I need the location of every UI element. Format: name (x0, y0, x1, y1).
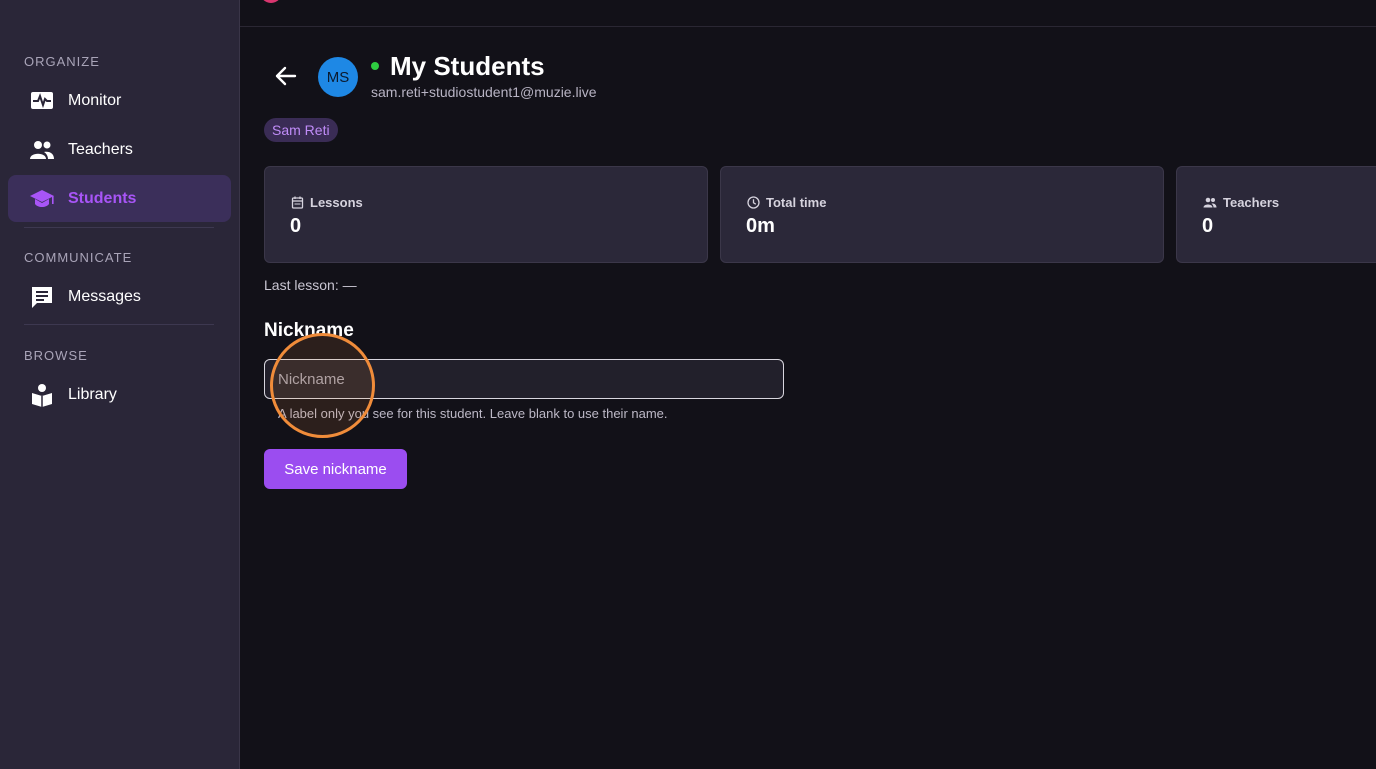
stat-label: Teachers (1223, 195, 1280, 210)
stat-card-total-time: Total time 0m (720, 166, 1164, 263)
nickname-input[interactable] (264, 359, 784, 399)
stat-label: Lessons (310, 195, 363, 210)
people-icon (1203, 197, 1217, 208)
stat-header: Lessons (291, 195, 363, 210)
top-bar (240, 0, 1376, 27)
sidebar-item-teachers[interactable]: Teachers (8, 126, 231, 173)
stat-header: Teachers (1203, 195, 1279, 210)
sidebar-item-label: Library (68, 385, 117, 403)
book-reader-icon (29, 382, 55, 408)
clock-icon (747, 196, 760, 209)
stat-label: Total time (766, 195, 827, 210)
people-icon (29, 137, 55, 163)
stat-value: 0m (746, 215, 775, 237)
stat-header: Total time (747, 195, 826, 210)
page-title: My Students (390, 51, 545, 81)
stat-card-teachers: Teachers 0 (1176, 166, 1376, 263)
sidebar-divider (24, 227, 214, 228)
back-button[interactable] (271, 61, 301, 91)
teacher-tag: Sam Reti (264, 118, 338, 142)
nickname-heading: Nickname (264, 320, 354, 341)
save-nickname-button[interactable]: Save nickname (264, 449, 407, 489)
section-title-organize: ORGANIZE (24, 54, 100, 69)
sidebar-item-monitor[interactable]: Monitor (8, 77, 231, 124)
sidebar-divider (24, 324, 214, 325)
avatar: MS (318, 57, 358, 97)
online-status-dot (371, 62, 379, 70)
monitor-heartbeat-icon (29, 88, 55, 114)
section-title-communicate: COMMUNICATE (24, 250, 133, 265)
nickname-helper-text: A label only you see for this student. L… (278, 406, 668, 421)
section-title-browse: BROWSE (24, 348, 88, 363)
calendar-icon (291, 196, 304, 209)
stat-value: 0 (290, 215, 302, 237)
last-lesson-text: Last lesson: — (264, 277, 357, 293)
chat-icon (29, 284, 55, 310)
stat-card-lessons: Lessons 0 (264, 166, 708, 263)
graduation-cap-icon (29, 186, 55, 212)
sidebar-item-students[interactable]: Students (8, 175, 231, 222)
student-email: sam.reti+studiostudent1@muzie.live (371, 84, 597, 100)
sidebar: ORGANIZE Monitor Teachers Students COMMU… (0, 0, 240, 769)
sidebar-item-messages[interactable]: Messages (8, 273, 231, 320)
sidebar-item-label: Students (68, 189, 137, 207)
sidebar-item-label: Messages (68, 287, 141, 305)
sidebar-item-label: Teachers (68, 140, 133, 158)
topbar-logo-icon (260, 0, 282, 3)
sidebar-item-library[interactable]: Library (8, 371, 231, 418)
sidebar-item-label: Monitor (68, 91, 122, 109)
stat-value: 0 (1202, 215, 1214, 237)
arrow-left-icon (275, 66, 297, 86)
